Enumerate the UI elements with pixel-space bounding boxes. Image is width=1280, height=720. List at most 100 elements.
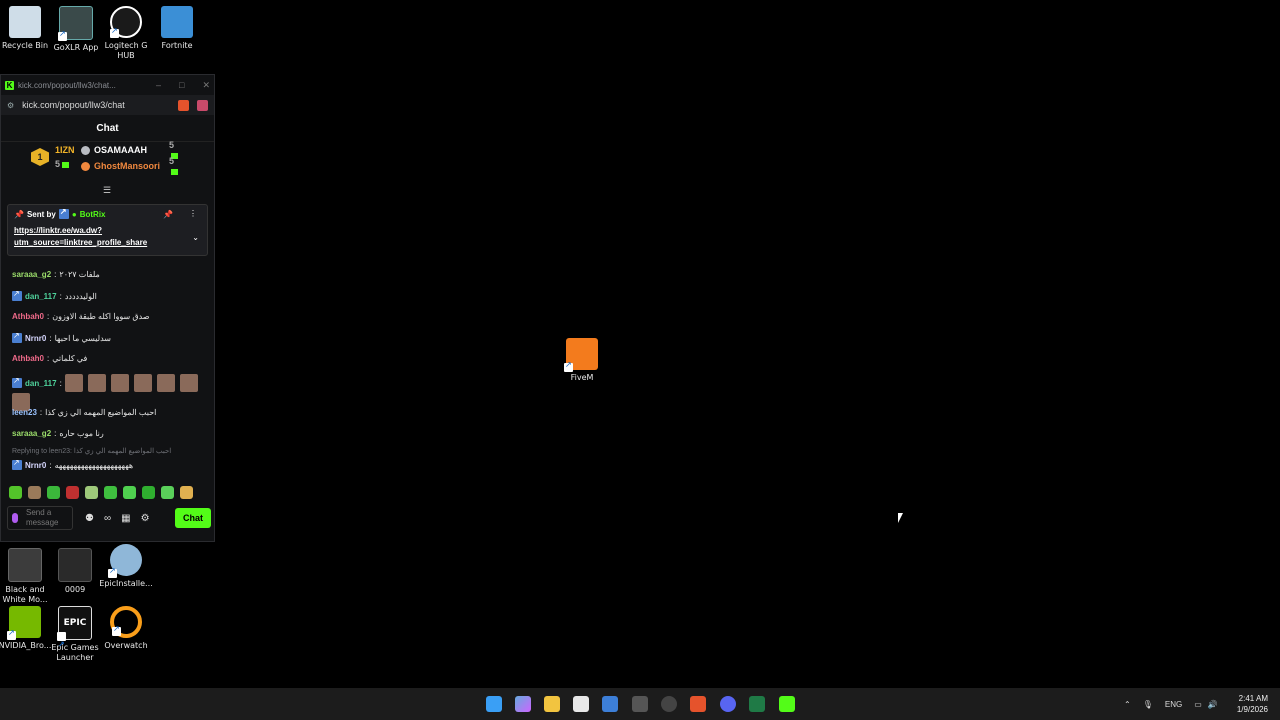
message-text: احبب المواضيع المهمه الي زي كذا	[45, 408, 157, 417]
emote-icon[interactable]	[161, 486, 174, 499]
chat-message[interactable]: Athbah0: صدق سووا اكله طبقة الاوزون	[12, 312, 150, 321]
desktop-icon-fivem[interactable]: FiveM	[552, 338, 612, 383]
clock[interactable]: 2:41 AM 1/9/2026	[1237, 693, 1268, 715]
unpin-icon[interactable]: 📌	[163, 210, 173, 219]
emote-icon[interactable]	[66, 486, 79, 499]
store-icon[interactable]	[602, 696, 618, 712]
kick-badge-icon	[12, 331, 22, 343]
chat-message[interactable]: saraaa_g2: ملفات ٢٠٢٧	[12, 270, 100, 279]
emote-icon	[110, 374, 129, 392]
file-explorer-icon[interactable]	[544, 696, 560, 712]
leader-name[interactable]: 1IZN	[55, 145, 75, 155]
message-text: الوليددددد	[64, 291, 97, 301]
minimize-icon[interactable]: –	[156, 80, 161, 91]
chat-message[interactable]: leen23: احبب المواضيع المهمه الي زي كذا	[12, 408, 156, 417]
emote-icon[interactable]	[142, 486, 155, 499]
quick-emote-bar[interactable]	[9, 486, 193, 499]
username[interactable]: saraaa_g2	[12, 270, 51, 279]
chat-input-row[interactable]: Send a message ⚉ ∞ ▦ ⚙ Chat	[7, 506, 211, 530]
network-icon[interactable]: ▭	[1194, 700, 1202, 709]
url-text[interactable]: kick.com/popout/llw3/chat	[22, 100, 125, 110]
microphone-icon[interactable]	[12, 513, 18, 523]
brave-browser-icon[interactable]	[690, 696, 706, 712]
tab-title: kick.com/popout/llw3/chat...	[18, 80, 116, 90]
microphone-icon[interactable]: 🎙	[1143, 700, 1153, 709]
desktop-icon-label: Fortnite	[161, 41, 193, 50]
message-text: رنا موب حاره	[59, 429, 104, 438]
system-tray[interactable]: ⌃ 🎙 ENG ▭ 🔊	[1124, 688, 1218, 720]
desktop-icon-label: FiveM	[570, 373, 594, 382]
obs-icon[interactable]	[661, 696, 677, 712]
username[interactable]: Athbah0	[12, 312, 44, 321]
desktop-icon-fortnite[interactable]: Fortnite	[147, 6, 207, 51]
calculator-icon[interactable]	[632, 696, 648, 712]
language-indicator[interactable]: ENG	[1165, 700, 1182, 709]
copilot-icon[interactable]	[515, 696, 531, 712]
username[interactable]: Nrnr0	[25, 461, 46, 470]
address-bar[interactable]: ⚙ kick.com/popout/llw3/chat	[1, 95, 214, 115]
username[interactable]: Nrnr0	[25, 334, 46, 343]
kick-badge-icon	[12, 458, 22, 470]
notepad-icon[interactable]	[573, 696, 589, 712]
username[interactable]: Athbah0	[12, 354, 44, 363]
leaderboard-row[interactable]: GhostMansoori 5	[81, 156, 178, 175]
people-icon[interactable]: ⚉	[85, 513, 94, 524]
store-icon[interactable]: ▦	[121, 513, 130, 524]
fivem-icon	[564, 338, 598, 372]
close-icon[interactable]: ✕	[202, 80, 210, 91]
kick-chat-popup-window[interactable]: K kick.com/popout/llw3/chat... – □ ✕ ⚙ k…	[0, 74, 215, 542]
bot-name[interactable]: BotRix	[80, 210, 106, 219]
chevron-up-icon[interactable]: ⌃	[1124, 700, 1131, 709]
discord-icon[interactable]	[720, 696, 736, 712]
chat-message[interactable]: Nrnr0: سدليسي ما احبها	[12, 331, 111, 343]
excel-icon[interactable]	[749, 696, 765, 712]
brave-rewards-icon[interactable]	[197, 99, 208, 111]
emote-icon[interactable]	[9, 486, 22, 499]
desktop-icon-epicinstaller[interactable]: EpicInstalle...	[96, 544, 156, 589]
username[interactable]: leen23	[12, 408, 37, 417]
taskbar[interactable]: ⌃ 🎙 ENG ▭ 🔊 2:41 AM 1/9/2026	[0, 688, 1280, 720]
emote-icon[interactable]	[180, 486, 193, 499]
emote-icon[interactable]	[47, 486, 60, 499]
chat-message[interactable]: Nrnr0: ههههههههههههههههههههه	[12, 458, 134, 470]
send-chat-button[interactable]: Chat	[175, 508, 211, 528]
brave-shield-icon[interactable]	[178, 99, 189, 111]
username[interactable]: saraaa_g2	[12, 429, 51, 438]
emote-icon	[179, 374, 198, 392]
infinity-icon[interactable]: ∞	[104, 513, 111, 524]
expand-leaderboard-icon[interactable]: ☰	[103, 185, 111, 196]
site-info-icon[interactable]: ⚙	[7, 101, 14, 110]
username[interactable]: dan_117	[25, 292, 57, 301]
maximize-icon[interactable]: □	[179, 80, 184, 91]
emote-icon[interactable]	[28, 486, 41, 499]
emote-icon[interactable]	[123, 486, 136, 499]
chat-message[interactable]: dan_117: الوليددددد	[12, 289, 97, 301]
emote-icon[interactable]	[104, 486, 117, 499]
bot-badge-icon	[58, 207, 69, 219]
chat-message[interactable]: Athbah0: في كلماتي	[12, 354, 87, 363]
gear-icon[interactable]: ⚙	[141, 513, 150, 524]
fortnite-icon	[161, 6, 193, 38]
volume-icon[interactable]: 🔊	[1208, 700, 1218, 709]
date: 1/9/2026	[1236, 705, 1268, 714]
reply-context[interactable]: Replying to leen23: احبب المواضيع المهمه…	[12, 447, 171, 455]
username[interactable]: dan_117	[25, 379, 57, 388]
windows-start-icon[interactable]	[486, 696, 502, 712]
verified-icon: ●	[71, 209, 77, 219]
pinned-message[interactable]: 📌 Sent by ● BotRix https://linktr.ee/wa.…	[7, 204, 208, 256]
more-options-icon[interactable]: ⋮	[189, 209, 197, 218]
message-text: ههههههههههههههههههههه	[54, 460, 134, 470]
pinned-link[interactable]: https://linktr.ee/wa.dw?utm_source=linkt…	[14, 225, 184, 249]
kick-app-icon[interactable]	[779, 696, 795, 712]
chat-input[interactable]: Send a message	[7, 506, 73, 530]
chat-message[interactable]: saraaa_g2: رنا موب حاره	[12, 429, 104, 438]
chat-message[interactable]: dan_117:	[12, 374, 200, 392]
desktop-icon-label: EpicInstalle...	[99, 579, 153, 588]
leaderboard-row[interactable]: OSAMAAAH 5	[81, 140, 178, 159]
window-titlebar[interactable]: K kick.com/popout/llw3/chat... – □ ✕	[1, 75, 214, 95]
emote-icon[interactable]	[85, 486, 98, 499]
desktop-icon-overwatch[interactable]: Overwatch	[96, 606, 156, 651]
kick-badge-icon	[12, 289, 22, 301]
chevron-down-icon[interactable]: ⌄	[192, 233, 199, 242]
leader-count: 5	[55, 159, 70, 169]
